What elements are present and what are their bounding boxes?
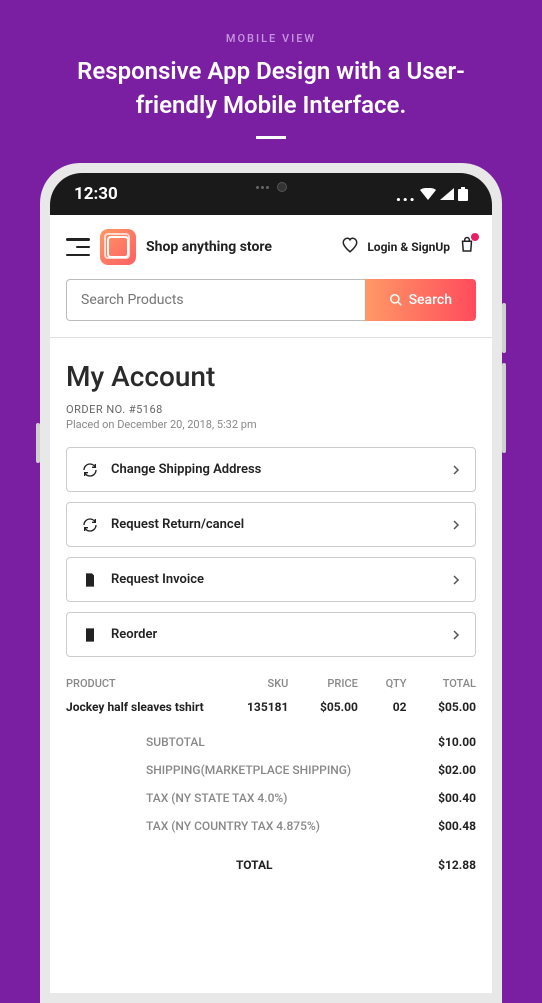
- search-row: Search: [50, 279, 492, 337]
- logo-icon[interactable]: [100, 229, 136, 265]
- brand-name: Shop anything store: [146, 239, 331, 255]
- chevron-right-icon: [451, 625, 461, 644]
- action-label: Request Invoice: [111, 572, 439, 587]
- search-input[interactable]: [66, 279, 365, 321]
- search-button[interactable]: Search: [365, 279, 476, 321]
- status-icons: ...: [396, 182, 468, 206]
- promo-title: Responsive App Design with a User-friend…: [0, 45, 542, 122]
- invoice-icon: [81, 571, 99, 589]
- action-label: Request Return/cancel: [111, 517, 439, 532]
- page-title: My Account: [66, 360, 476, 393]
- summary-tax2: TAX (NY COUNTRY TAX 4.875%) $00.48: [66, 812, 476, 840]
- status-bar: 12:30 ...: [50, 173, 492, 215]
- summary-tax1: TAX (NY STATE TAX 4.0%) $00.40: [66, 784, 476, 812]
- summary-shipping: SHIPPING(MARKETPLACE SHIPPING) $02.00: [66, 756, 476, 784]
- cell-total: $05.00: [407, 700, 477, 714]
- cell-product: Jockey half sleaves tshirt: [66, 700, 219, 714]
- search-button-label: Search: [409, 292, 452, 308]
- change-shipping-button[interactable]: Change Shipping Address: [66, 447, 476, 492]
- signal-icon: [440, 188, 454, 200]
- summary-value: $00.48: [438, 819, 476, 833]
- phone-notch: [206, 173, 336, 201]
- heart-icon[interactable]: [341, 236, 359, 258]
- phone-button: [502, 363, 506, 453]
- col-price: PRICE: [288, 677, 358, 690]
- battery-icon: [458, 187, 468, 201]
- cell-price: $05.00: [288, 700, 358, 714]
- search-icon: [389, 293, 403, 307]
- order-number: ORDER NO. #5168: [66, 403, 476, 416]
- summary-total: TOTAL $12.88: [66, 840, 476, 879]
- action-label: Reorder: [111, 627, 439, 642]
- cart-icon[interactable]: [458, 236, 476, 258]
- summary-value: $00.40: [438, 791, 476, 805]
- order-date: Placed on December 20, 2018, 5:32 pm: [66, 418, 476, 431]
- refresh-icon: [81, 516, 99, 534]
- table-header: PRODUCT SKU PRICE QTY TOTAL: [66, 677, 476, 696]
- summary-label: TOTAL: [66, 858, 273, 872]
- summary-label: TAX (NY STATE TAX 4.0%): [66, 791, 287, 805]
- summary-label: TAX (NY COUNTRY TAX 4.875%): [66, 819, 320, 833]
- phone-button: [502, 303, 506, 353]
- promo-underline: [256, 136, 286, 139]
- cell-qty: 02: [358, 700, 407, 714]
- cell-sku: 135181: [219, 700, 288, 714]
- summary-subtotal: SUBTOTAL $10.00: [66, 728, 476, 756]
- action-label: Change Shipping Address: [111, 462, 439, 477]
- reorder-button[interactable]: Reorder: [66, 612, 476, 657]
- col-qty: QTY: [358, 677, 407, 690]
- phone-frame: 12:30 ... Shop anything store Login & Si…: [40, 163, 502, 1003]
- cart-badge: [471, 233, 479, 241]
- chevron-right-icon: [451, 570, 461, 589]
- phone-button: [36, 423, 40, 463]
- summary-label: SHIPPING(MARKETPLACE SHIPPING): [66, 763, 351, 777]
- refresh-icon: [81, 461, 99, 479]
- app-header: Shop anything store Login & SignUp: [50, 215, 492, 279]
- wifi-icon: [420, 188, 436, 200]
- order-table: PRODUCT SKU PRICE QTY TOTAL Jockey half …: [66, 677, 476, 879]
- document-icon: [81, 626, 99, 644]
- request-invoice-button[interactable]: Request Invoice: [66, 557, 476, 602]
- summary-label: SUBTOTAL: [66, 735, 205, 749]
- request-return-button[interactable]: Request Return/cancel: [66, 502, 476, 547]
- summary-value: $12.88: [438, 858, 476, 872]
- col-sku: SKU: [219, 677, 288, 690]
- status-time: 12:30: [74, 184, 118, 204]
- col-total: TOTAL: [407, 677, 477, 690]
- chevron-right-icon: [451, 515, 461, 534]
- summary-value: $02.00: [438, 763, 476, 777]
- login-link[interactable]: Login & SignUp: [367, 240, 450, 254]
- promo-label: MOBILE VIEW: [0, 0, 542, 45]
- table-row: Jockey half sleaves tshirt 135181 $05.00…: [66, 696, 476, 728]
- col-product: PRODUCT: [66, 677, 219, 690]
- menu-icon[interactable]: [66, 238, 90, 256]
- chevron-right-icon: [451, 460, 461, 479]
- summary-value: $10.00: [438, 735, 476, 749]
